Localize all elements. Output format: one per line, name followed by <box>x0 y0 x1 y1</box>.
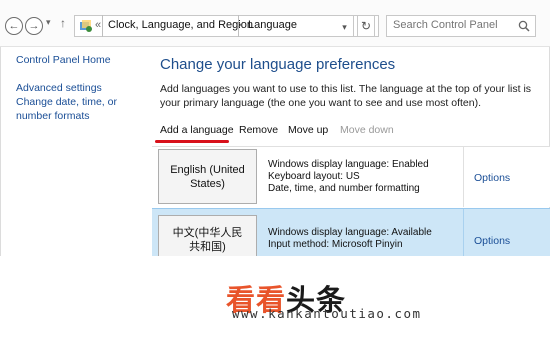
forward-button[interactable]: → <box>25 17 43 35</box>
up-button[interactable]: ↑ <box>60 16 66 30</box>
page-title: Change your language preferences <box>160 56 396 73</box>
address-bar[interactable]: « Clock, Language, and Region › Language <box>74 15 379 37</box>
options-link-chinese[interactable]: Options <box>474 235 510 247</box>
control-panel-icon <box>80 20 92 32</box>
language-detail: Input method: Microsoft Pinyin <box>268 239 403 250</box>
column-divider <box>463 209 464 257</box>
options-link-english[interactable]: Options <box>474 172 510 184</box>
sidebar: Control Panel Home Advanced settings Cha… <box>16 52 146 123</box>
breadcrumb-language[interactable]: Language <box>248 19 297 31</box>
recent-pages-button[interactable]: ▾ <box>46 17 51 28</box>
highlight-underline <box>155 140 229 143</box>
sidebar-item-control-panel-home[interactable]: Control Panel Home <box>16 53 146 67</box>
language-detail: Keyboard layout: US <box>268 171 360 182</box>
language-detail: Windows display language: Available <box>268 227 432 238</box>
column-divider <box>463 147 464 207</box>
watermark-url: www.kankantoutiao.com <box>232 306 422 321</box>
breadcrumb-clock-language-region[interactable]: Clock, Language, and Region <box>108 19 253 31</box>
search-icon[interactable] <box>518 20 530 32</box>
address-history-button[interactable]: ▾ <box>336 15 354 37</box>
language-name: English (United States) <box>170 163 245 190</box>
navigation-bar: ← → ▾ ↑ « Clock, Language, and Region › … <box>0 0 550 47</box>
language-row-english[interactable]: English (United States) Windows display … <box>152 147 550 207</box>
language-details: Windows display language: Available Inpu… <box>268 227 432 251</box>
breadcrumb-separator[interactable]: › <box>238 19 242 31</box>
language-name: 中文(中华人民共和国) <box>172 227 243 253</box>
breadcrumb-overflow[interactable]: « <box>95 19 101 31</box>
back-button[interactable]: ← <box>5 17 23 35</box>
sidebar-item-change-formats[interactable]: Change date, time, or number formats <box>16 95 146 123</box>
page-description: Add languages you want to use to this li… <box>160 83 532 109</box>
sidebar-item-advanced-settings[interactable]: Advanced settings <box>16 81 146 95</box>
refresh-button[interactable]: ↻ <box>357 15 375 37</box>
language-detail: Date, time, and number formatting <box>268 183 420 194</box>
language-row-chinese[interactable]: 中文(中华人民共和国) Windows display language: Av… <box>152 208 550 263</box>
move-down-button: Move down <box>340 124 394 136</box>
language-name-box[interactable]: English (United States) <box>158 149 257 204</box>
language-details: Windows display language: Enabled Keyboa… <box>268 159 429 195</box>
language-detail: Windows display language: Enabled <box>268 159 429 170</box>
search-input[interactable] <box>393 19 513 31</box>
add-language-button[interactable]: Add a language <box>160 124 234 136</box>
remove-button[interactable]: Remove <box>239 124 278 136</box>
move-up-button[interactable]: Move up <box>288 124 328 136</box>
search-box[interactable] <box>386 15 536 37</box>
